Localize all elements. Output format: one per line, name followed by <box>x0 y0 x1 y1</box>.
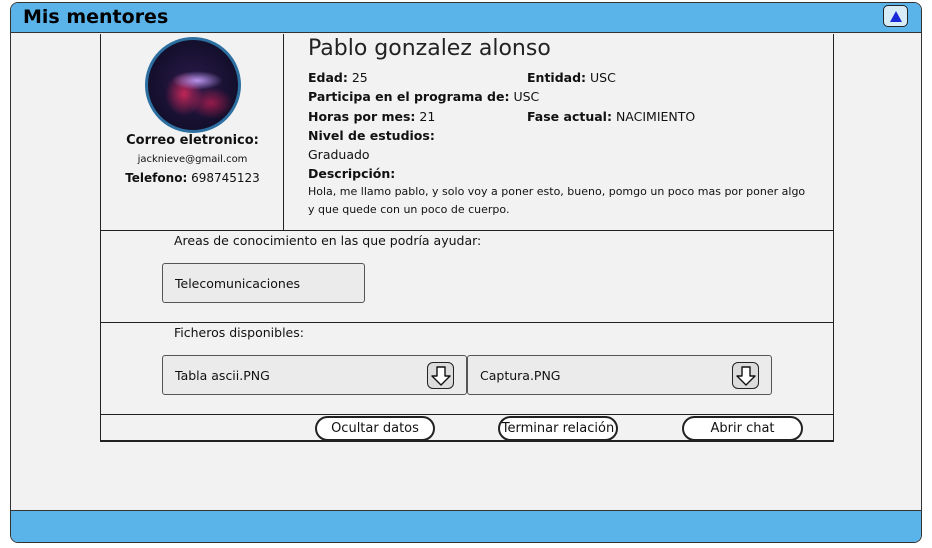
age-label: Edad: <box>308 70 348 85</box>
download-button[interactable] <box>732 362 759 389</box>
profile-contact: Correo eletronico: jacknieve@gmail.com T… <box>101 34 284 230</box>
entity-value: USC <box>590 70 616 85</box>
window-title: Mis mentores <box>23 6 169 28</box>
education-label: Nivel de estudios: <box>308 128 435 143</box>
knowledge-title: Areas de conocimiento en las que podría … <box>174 233 482 248</box>
email-value: jacknieve@gmail.com <box>137 154 248 165</box>
program-value: USC <box>513 89 540 104</box>
open-chat-button[interactable]: Abrir chat <box>682 416 803 441</box>
divider <box>101 414 833 415</box>
phone-label: Telefono: <box>125 171 188 185</box>
file-name: Tabla ascii.PNG <box>175 367 270 383</box>
footer-bar <box>11 510 921 542</box>
collapse-button[interactable] <box>883 5 908 27</box>
avatar <box>145 37 241 133</box>
knowledge-item: Telecomunicaciones <box>162 263 365 303</box>
description-label: Descripción: <box>308 166 396 181</box>
arrow-down-icon <box>735 365 756 386</box>
profile-details: Pablo gonzalez alonso Edad: 25 Entidad: … <box>298 34 828 230</box>
program-row: Participa en el programa de: USC <box>308 89 539 104</box>
arrow-down-icon <box>430 365 451 386</box>
phone-value: 698745123 <box>191 171 260 185</box>
file-name: Captura.PNG <box>480 367 561 383</box>
phase-row: Fase actual: NACIMIENTO <box>527 109 695 124</box>
divider <box>101 322 833 323</box>
files-title: Ficheros disponibles: <box>174 325 304 340</box>
divider <box>101 230 833 231</box>
program-label: Participa en el programa de: <box>308 89 510 104</box>
hours-value: 21 <box>419 109 436 124</box>
file-item: Tabla ascii.PNG <box>162 355 467 395</box>
triangle-up-icon <box>889 10 902 22</box>
description-text: Hola, me llamo pablo, y solo voy a poner… <box>308 185 806 216</box>
phone-line: Telefono: 698745123 <box>101 171 284 185</box>
mentor-card: Correo eletronico: jacknieve@gmail.com T… <box>100 34 834 442</box>
mentors-window: Mis mentores Correo eletronico: jackniev… <box>10 2 922 543</box>
education-value: Graduado <box>308 147 370 162</box>
phase-value: NACIMIENTO <box>615 109 696 124</box>
age-row: Edad: 25 <box>308 70 368 85</box>
hours-label: Horas por mes: <box>308 109 416 124</box>
hours-row: Horas por mes: 21 <box>308 109 435 124</box>
file-item: Captura.PNG <box>467 355 772 395</box>
title-bar: Mis mentores <box>11 3 921 33</box>
mentor-name: Pablo gonzalez alonso <box>308 36 551 61</box>
age-value: 25 <box>351 70 368 85</box>
entity-label: Entidad: <box>527 70 587 85</box>
email-label: Correo eletronico: <box>126 133 259 148</box>
download-button[interactable] <box>427 362 454 389</box>
entity-row: Entidad: USC <box>527 70 616 85</box>
phase-label: Fase actual: <box>527 109 612 124</box>
end-relation-button[interactable]: Terminar relación <box>498 416 618 441</box>
hide-data-button[interactable]: Ocultar datos <box>315 416 435 441</box>
